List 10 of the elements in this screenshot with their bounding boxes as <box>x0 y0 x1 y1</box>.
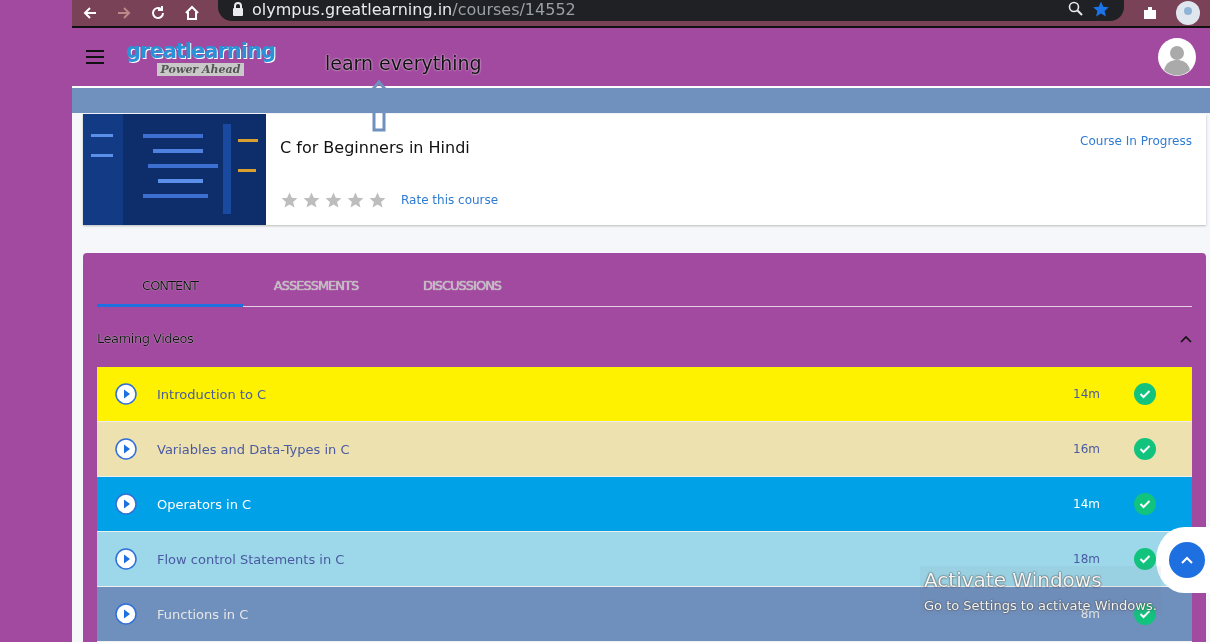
logo-tagline: Power Ahead <box>156 62 245 76</box>
course-title: C for Beginners in Hindi <box>280 138 471 157</box>
url-path: /courses/14552 <box>452 0 576 19</box>
video-duration: 14m <box>1073 387 1100 401</box>
video-duration: 18m <box>1073 552 1100 566</box>
slogan: learn everything <box>324 52 482 74</box>
video-duration: 16m <box>1073 442 1100 456</box>
url-host: olympus.greatlearning.in <box>252 0 453 19</box>
course-status: Course In Progress <box>1079 133 1193 150</box>
video-duration: 14m <box>1073 497 1100 511</box>
